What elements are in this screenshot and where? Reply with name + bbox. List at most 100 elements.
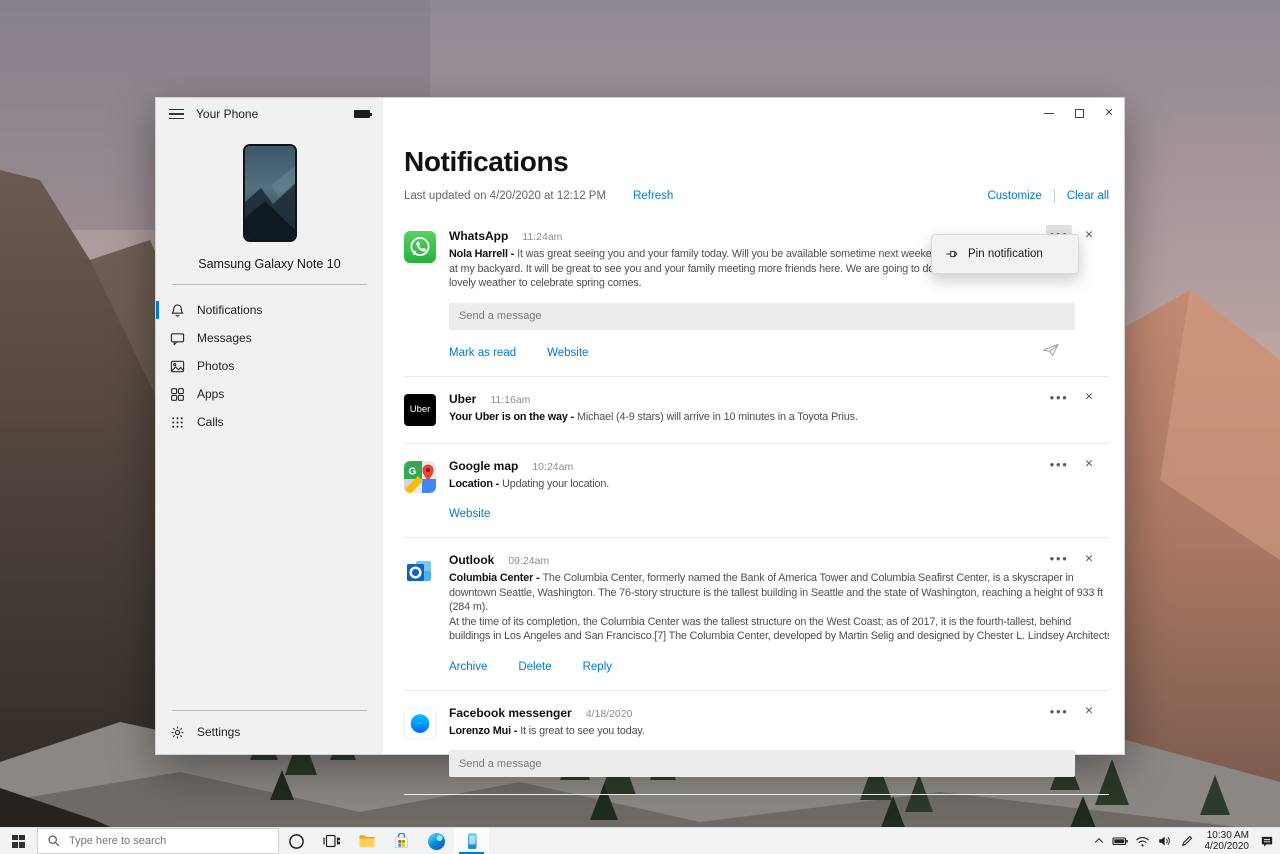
customize-link[interactable]: Customize <box>987 190 1041 202</box>
tray-wifi-button[interactable] <box>1132 828 1154 854</box>
tray-battery-button[interactable] <box>1110 828 1132 854</box>
tray-expand-button[interactable] <box>1088 828 1110 854</box>
dismiss-notification-button[interactable]: ✕ <box>1081 705 1097 717</box>
more-options-button[interactable]: ●●● <box>1046 388 1072 407</box>
notification-card-outlook: Outlook 09:24am Columbia Center -The Col… <box>404 538 1109 691</box>
sidebar-item-messages[interactable]: Messages <box>156 324 383 352</box>
refresh-link[interactable]: Refresh <box>633 190 673 202</box>
taskbar-search[interactable] <box>37 828 279 854</box>
more-options-button[interactable]: ●●● <box>1046 455 1072 474</box>
cortana-button[interactable] <box>279 828 314 854</box>
sidebar-item-notifications[interactable]: Notifications <box>156 296 383 324</box>
tray-volume-button[interactable] <box>1154 828 1176 854</box>
notifications-page: Notifications Last updated on 4/20/2020 … <box>383 98 1124 754</box>
search-input[interactable] <box>69 835 269 847</box>
sidebar-nav: Notifications Messages Photos Apps Calls <box>156 296 383 436</box>
notification-time: 09:24am <box>508 555 549 567</box>
send-icon[interactable] <box>1042 342 1060 363</box>
uber-icon: Uber <box>404 394 436 426</box>
taskbar: 10:30 AM 4/20/2020 <box>0 827 1280 854</box>
reply-link[interactable]: Reply <box>583 661 612 673</box>
menu-item-pin-notification[interactable]: Pin notification <box>931 234 1079 274</box>
notification-time: 10:24am <box>532 461 573 473</box>
notification-text: Lorenzo Mui -It is great to see you toda… <box>449 724 1109 739</box>
website-link[interactable]: Website <box>449 508 490 520</box>
window-controls: ✕ <box>1034 98 1124 128</box>
last-updated-text: Last updated on 4/20/2020 at 12:12 PM <box>404 190 606 202</box>
start-button[interactable] <box>0 828 37 854</box>
gear-icon <box>170 725 185 740</box>
your-phone-icon <box>463 832 481 851</box>
more-options-button[interactable]: ●●● <box>1046 549 1072 568</box>
search-icon <box>47 834 61 848</box>
microsoft-store-icon <box>393 833 410 850</box>
messenger-icon <box>404 708 436 740</box>
notification-text: At the time of its completion, the Colum… <box>449 615 1109 630</box>
pin-notification-label: Pin notification <box>968 248 1043 260</box>
sidebar-item-label: Photos <box>197 359 234 373</box>
sidebar-header: Your Phone <box>156 98 383 130</box>
outlook-icon <box>404 555 436 587</box>
task-view-icon <box>323 833 340 849</box>
notification-text: Your Uber is on the way -Michael (4-9 st… <box>449 410 1109 425</box>
svg-text:G: G <box>409 466 417 477</box>
clock-date: 4/20/2020 <box>1205 841 1250 853</box>
notification-card-google-map: G Google map 10:24am Locatio <box>404 444 1109 539</box>
tray-pen-button[interactable] <box>1176 828 1198 854</box>
sidebar: Your Phone Samsung Galaxy Note 10 <box>156 98 383 754</box>
your-phone-taskbar-button[interactable] <box>454 828 489 854</box>
taskbar-clock[interactable]: 10:30 AM 4/20/2020 <box>1198 830 1257 853</box>
cortana-icon <box>288 833 305 850</box>
pen-icon <box>1180 834 1194 848</box>
clear-all-link[interactable]: Clear all <box>1067 190 1109 202</box>
file-explorer-button[interactable] <box>349 828 384 854</box>
uber-logo-text: Uber <box>410 404 431 415</box>
app-name: Outlook <box>449 553 494 567</box>
notification-text: Columbia Center -The Columbia Center, fo… <box>449 571 1109 586</box>
dismiss-notification-button[interactable]: ✕ <box>1081 229 1097 241</box>
app-name: Uber <box>449 392 476 406</box>
sidebar-item-photos[interactable]: Photos <box>156 352 383 380</box>
website-link[interactable]: Website <box>547 347 588 359</box>
notification-time: 4/18/2020 <box>586 708 633 720</box>
action-center-button[interactable] <box>1256 828 1278 854</box>
dismiss-notification-button[interactable]: ✕ <box>1081 391 1097 403</box>
mark-as-read-link[interactable]: Mark as read <box>449 347 516 359</box>
minimize-button[interactable] <box>1034 98 1064 128</box>
page-title: Notifications <box>404 146 1109 178</box>
sidebar-item-label: Settings <box>197 725 240 739</box>
sidebar-item-settings[interactable]: Settings <box>156 717 383 747</box>
battery-icon <box>1112 834 1129 848</box>
sidebar-divider <box>172 284 367 285</box>
edge-button[interactable] <box>419 828 454 854</box>
wifi-icon <box>1135 835 1150 848</box>
notification-text: downtown Seattle, Washington. The 76-sto… <box>449 586 1109 601</box>
close-button[interactable]: ✕ <box>1094 98 1124 128</box>
your-phone-window: Your Phone Samsung Galaxy Note 10 <box>155 97 1125 755</box>
notification-text: Location -Updating your location. <box>449 477 1109 492</box>
send-message-input[interactable] <box>449 303 1075 330</box>
app-title: Your Phone <box>196 107 342 121</box>
task-view-button[interactable] <box>314 828 349 854</box>
send-message-input[interactable] <box>449 750 1075 777</box>
hamburger-menu-icon[interactable] <box>169 109 184 120</box>
action-center-icon <box>1259 834 1275 849</box>
sidebar-item-apps[interactable]: Apps <box>156 380 383 408</box>
dismiss-notification-button[interactable]: ✕ <box>1081 458 1097 470</box>
sidebar-item-calls[interactable]: Calls <box>156 408 383 436</box>
dismiss-notification-button[interactable]: ✕ <box>1081 553 1097 565</box>
delete-link[interactable]: Delete <box>518 661 551 673</box>
maximize-button[interactable] <box>1064 98 1094 128</box>
notification-card-facebook-messenger: Facebook messenger 4/18/2020 Lorenzo Mui… <box>404 691 1109 796</box>
more-options-button[interactable]: ●●● <box>1046 702 1072 721</box>
sidebar-item-label: Notifications <box>197 303 262 317</box>
archive-link[interactable]: Archive <box>449 661 487 673</box>
volume-icon <box>1157 834 1172 848</box>
sidebar-item-label: Messages <box>197 331 252 345</box>
app-name: Google map <box>449 459 518 473</box>
pin-icon <box>945 247 959 261</box>
notification-list: WhatsApp 11:24am Nola Harrell -It was gr… <box>404 214 1109 795</box>
microsoft-store-button[interactable] <box>384 828 419 854</box>
message-icon <box>170 331 185 346</box>
sidebar-footer: Settings <box>156 697 383 754</box>
